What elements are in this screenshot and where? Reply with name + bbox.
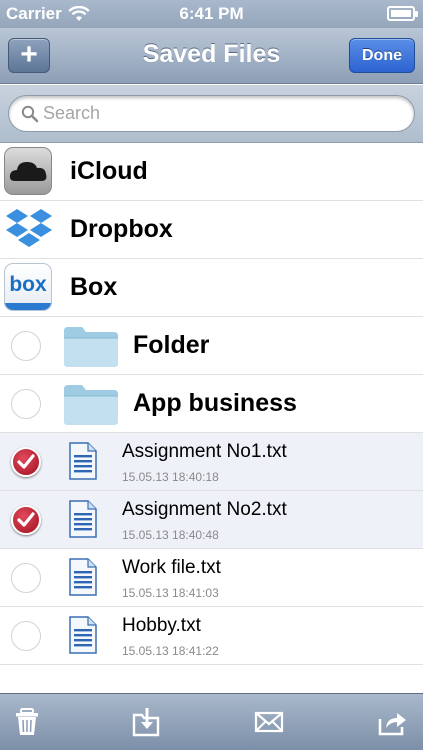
folder-label: App business xyxy=(133,389,297,417)
list-item-folder[interactable]: App business xyxy=(0,375,423,433)
box-icon: box xyxy=(4,263,52,311)
file-date: 15.05.13 18:40:18 xyxy=(122,470,219,484)
select-checkbox[interactable] xyxy=(11,621,41,651)
file-name: Assignment No1.txt xyxy=(122,441,287,462)
box-logo: box xyxy=(9,273,47,296)
list-item-file[interactable]: Assignment No1.txt 15.05.13 18:40:18 xyxy=(0,433,423,491)
select-checkbox[interactable] xyxy=(11,563,41,593)
share-icon[interactable] xyxy=(378,707,408,737)
status-time: 6:41 PM xyxy=(179,4,244,23)
file-name: Work file.txt xyxy=(122,557,221,578)
move-to-folder-icon[interactable] xyxy=(132,707,162,737)
file-name: Assignment No2.txt xyxy=(122,499,287,520)
document-icon xyxy=(69,558,97,596)
file-date: 15.05.13 18:41:22 xyxy=(122,644,219,658)
selected-checkmark[interactable] xyxy=(11,505,41,535)
search-input[interactable] xyxy=(43,103,414,124)
list-item-file[interactable]: Hobby.txt 15.05.13 18:41:22 xyxy=(0,607,423,665)
list-item-box[interactable]: box Box xyxy=(0,259,423,317)
bottom-toolbar xyxy=(0,693,423,750)
file-date: 15.05.13 18:40:48 xyxy=(122,528,219,542)
mail-icon[interactable] xyxy=(254,707,284,737)
service-label: iCloud xyxy=(70,157,148,185)
search-icon xyxy=(21,105,39,122)
search-bar xyxy=(0,85,423,143)
icloud-icon xyxy=(4,147,52,195)
file-name: Hobby.txt xyxy=(122,615,201,636)
search-field[interactable] xyxy=(8,95,415,132)
dropbox-icon xyxy=(4,205,52,253)
list-item-file[interactable]: Assignment No2.txt 15.05.13 18:40:48 xyxy=(0,491,423,549)
select-checkbox[interactable] xyxy=(11,389,41,419)
service-label: Dropbox xyxy=(70,215,173,243)
trash-icon[interactable] xyxy=(12,707,42,737)
list-item-folder[interactable]: Folder xyxy=(0,317,423,375)
service-label: Box xyxy=(70,273,118,301)
status-bar: Carrier 6:41 PM xyxy=(0,0,423,28)
document-icon xyxy=(69,616,97,654)
folder-label: Folder xyxy=(133,331,210,359)
done-button[interactable]: Done xyxy=(349,38,415,73)
document-icon xyxy=(69,500,97,538)
navigation-bar: + Saved Files Done xyxy=(0,28,423,84)
folder-icon xyxy=(64,327,118,367)
folder-icon xyxy=(64,385,118,425)
document-icon xyxy=(69,442,97,480)
list-item-icloud[interactable]: iCloud xyxy=(0,143,423,201)
list-item-file[interactable]: Work file.txt 15.05.13 18:41:03 xyxy=(0,549,423,607)
file-date: 15.05.13 18:41:03 xyxy=(122,586,219,600)
list-item-dropbox[interactable]: Dropbox xyxy=(0,201,423,259)
selected-checkmark[interactable] xyxy=(11,447,41,477)
file-list: iCloud Dropbox box Box Folder App busine… xyxy=(0,143,423,665)
battery-icon xyxy=(387,6,418,21)
select-checkbox[interactable] xyxy=(11,331,41,361)
